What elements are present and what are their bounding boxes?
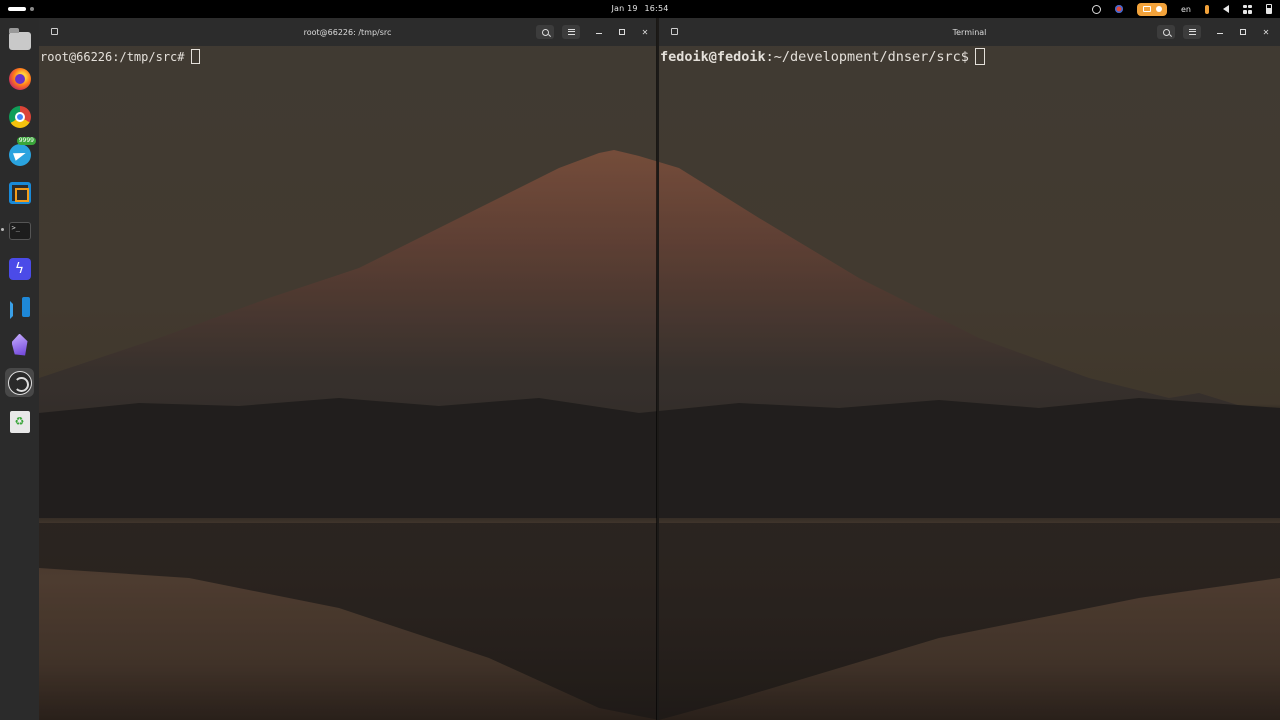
hamburger-menu-icon [567, 29, 575, 35]
dock-telegram[interactable]: 9999 [5, 137, 36, 169]
hamburger-menu-icon [1188, 29, 1196, 35]
keyboard-layout[interactable]: en [1181, 2, 1191, 16]
notification-badge: 9999 [16, 137, 36, 145]
minimize-button[interactable] [592, 25, 606, 39]
firefox-icon [8, 67, 31, 90]
network-icon[interactable] [1243, 2, 1252, 16]
speaker-icon[interactable] [1223, 2, 1229, 16]
menu-button[interactable] [562, 25, 580, 39]
menu-button[interactable] [1183, 25, 1201, 39]
dock-terminal[interactable]: >_ [5, 216, 34, 245]
search-button[interactable] [536, 25, 554, 39]
running-indicator [1, 228, 4, 231]
search-icon [1162, 28, 1170, 36]
dock-trash[interactable]: ♻ [5, 407, 34, 436]
minimize-icon [1217, 32, 1223, 35]
close-button[interactable]: ✕ [638, 25, 652, 39]
maximize-button[interactable] [615, 25, 629, 39]
close-button[interactable]: ✕ [1259, 25, 1273, 39]
text-cursor [190, 49, 200, 64]
prompt-user: fedoik@fedoik [660, 48, 766, 65]
clock-date: Jan 19 [611, 4, 638, 13]
recording-indicator-icon[interactable] [1137, 2, 1167, 16]
search-icon [541, 28, 549, 36]
prompt-path: :~/development/dnser/src$ [765, 48, 969, 65]
text-cursor [974, 48, 985, 65]
minimize-icon [596, 32, 602, 35]
files-icon [8, 27, 31, 50]
terminal-icon: >_ [8, 221, 31, 240]
microphone-icon[interactable] [1205, 2, 1209, 16]
dock-bolt-app[interactable]: ϟ [5, 254, 34, 283]
vscode-icon [9, 296, 31, 319]
ubuntu-pro-icon[interactable] [1092, 2, 1101, 16]
maximize-button[interactable] [1236, 25, 1250, 39]
dock-chrome[interactable] [5, 102, 34, 131]
dock-vscode[interactable] [5, 292, 34, 321]
chrome-icon [8, 105, 31, 128]
dock-files[interactable] [5, 26, 34, 55]
minimize-button[interactable] [1213, 25, 1227, 39]
bolt-icon: ϟ [8, 257, 31, 280]
maximize-icon [1240, 29, 1246, 35]
prompt-text: root@66226:/tmp/src# [40, 49, 185, 64]
virtualbox-icon [8, 181, 31, 204]
dock-virtualbox[interactable] [5, 178, 34, 207]
titlebar: Terminal ✕ [659, 18, 1280, 46]
dock-firefox[interactable] [5, 64, 34, 93]
close-icon: ✕ [1262, 27, 1270, 37]
terminal-prompt[interactable]: fedoik@fedoik:~/development/dnser/src$ [660, 48, 985, 65]
clock-time: 16:54 [644, 4, 669, 13]
dock-obs-studio[interactable] [5, 368, 34, 397]
close-icon: ✕ [641, 27, 649, 37]
obsidian-icon [11, 333, 28, 356]
battery-icon[interactable] [1266, 2, 1272, 16]
terminal-prompt[interactable]: root@66226:/tmp/src# [40, 49, 200, 64]
terminal-window-right[interactable]: Terminal ✕ fedoik@fedoik:~/development/d… [659, 18, 1280, 720]
top-bar: Jan 19 16:54 en [0, 0, 1280, 18]
dock-obsidian[interactable] [5, 330, 34, 359]
maximize-icon [619, 29, 625, 35]
dock: 9999 >_ ϟ ♻ [0, 18, 39, 720]
telegram-icon [8, 143, 31, 166]
titlebar: root@66226: /tmp/src ✕ [39, 18, 656, 46]
trash-icon: ♻ [9, 410, 30, 433]
search-button[interactable] [1157, 25, 1175, 39]
system-tray: en [1078, 2, 1272, 16]
chrome-indicator-icon[interactable] [1115, 2, 1123, 16]
obs-icon [7, 370, 32, 395]
terminal-window-left[interactable]: root@66226: /tmp/src ✕ root@66226:/tmp/s… [39, 18, 657, 720]
